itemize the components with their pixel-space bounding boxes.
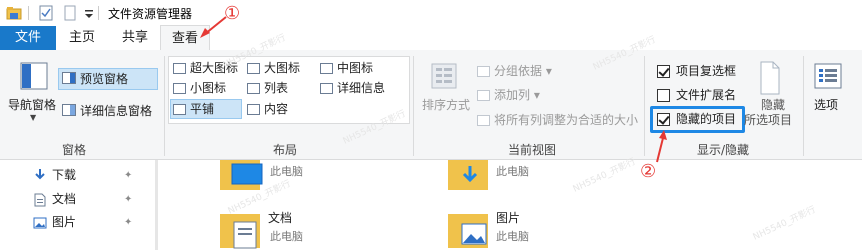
scrollbar[interactable] — [155, 160, 158, 250]
folder-location: 此电脑 — [270, 230, 303, 243]
layout-group-label: 布局 — [273, 143, 298, 157]
folder-location: 此电脑 — [496, 165, 529, 178]
sort-by-icon[interactable] — [430, 62, 458, 90]
details-label: 详细信息 — [337, 81, 386, 95]
details-pane-button[interactable]: 详细信息窗格 — [80, 102, 152, 120]
medium-icons-label: 中图标 — [337, 61, 374, 75]
toolbar-divider — [98, 6, 99, 20]
pin-icon[interactable]: ✦ — [124, 218, 132, 228]
new-folder-icon[interactable] — [62, 5, 78, 21]
annotation-arrow-icon — [200, 16, 227, 38]
preview-pane-label: 预览窗格 — [80, 72, 129, 86]
item-checkboxes-label: 项目复选框 — [676, 64, 737, 78]
tiles-option[interactable]: 平铺 — [173, 100, 214, 118]
watermark: NH5540_开影行 — [751, 204, 818, 243]
tab-share[interactable]: 共享 — [122, 26, 148, 50]
pictures-folder-icon[interactable] — [446, 210, 492, 250]
sort-by-button[interactable]: 排序方式 — [422, 96, 470, 114]
medium-icons-option[interactable]: 中图标 — [320, 59, 373, 77]
current-view-group-label: 当前视图 — [508, 143, 557, 157]
tab-file[interactable]: 文件 — [0, 26, 56, 50]
options-icon[interactable] — [813, 62, 843, 90]
nav-item-documents[interactable]: 文档 — [52, 189, 76, 209]
download-icon — [35, 169, 45, 180]
chevron-down-icon[interactable]: ▼ — [30, 113, 36, 122]
small-icons-icon — [173, 83, 186, 94]
folder-name[interactable]: 图片 — [496, 209, 520, 226]
size-all-columns-label: 将所有列调整为合适的大小 — [494, 113, 639, 127]
group-separator — [803, 56, 804, 156]
group-separator — [164, 56, 165, 156]
tiles-label: 平铺 — [190, 102, 215, 116]
add-columns-label: 添加列 — [494, 88, 531, 102]
content-option[interactable]: 内容 — [247, 100, 288, 118]
details-icon — [320, 83, 333, 94]
show-hide-group-label: 显示/隐藏 — [697, 143, 750, 157]
group-separator — [644, 56, 645, 156]
documents-folder-icon[interactable] — [218, 210, 264, 250]
toolbar-divider — [28, 6, 29, 20]
checkmark-icon — [658, 65, 670, 77]
large-icons-option[interactable]: 大图标 — [247, 59, 300, 77]
content-icon — [247, 104, 260, 115]
item-checkboxes-checkbox[interactable] — [657, 65, 670, 78]
nav-item-pictures[interactable]: 图片 — [52, 212, 76, 232]
nav-item-downloads[interactable]: 下载 — [52, 165, 76, 185]
navigation-pane-icon[interactable] — [20, 62, 48, 92]
large-icons-icon — [247, 63, 260, 74]
file-extensions-checkbox[interactable] — [657, 89, 670, 102]
tab-home[interactable]: 主页 — [69, 26, 95, 50]
group-by-button[interactable]: 分组依据 ▾ — [477, 62, 552, 80]
dropdown-arrow-icon[interactable] — [84, 5, 94, 21]
pin-icon[interactable]: ✦ — [124, 171, 132, 181]
tiles-icon — [173, 104, 186, 115]
watermark: NH5540_开影行 — [571, 156, 638, 195]
annotation-arrow-icon — [656, 130, 667, 163]
pin-icon[interactable]: ✦ — [124, 195, 132, 205]
small-icons-label: 小图标 — [190, 81, 227, 95]
content-label: 内容 — [264, 102, 289, 116]
list-icon — [247, 83, 260, 94]
annotation-marker-2: ② — [640, 161, 657, 182]
options-button[interactable]: 选项 — [814, 96, 838, 114]
large-icons-label: 大图标 — [264, 61, 301, 75]
downloads-folder-icon[interactable] — [446, 160, 492, 192]
group-separator — [413, 56, 414, 156]
title-bar: 文件资源管理器 — [0, 0, 862, 26]
preview-pane-icon — [62, 72, 76, 84]
window-title: 文件资源管理器 — [108, 7, 193, 21]
add-columns-icon — [477, 90, 490, 101]
size-all-columns-button[interactable]: 将所有列调整为合适的大小 — [477, 111, 638, 129]
folder-location: 此电脑 — [496, 230, 529, 243]
group-by-label: 分组依据 — [494, 64, 543, 78]
size-columns-icon — [477, 115, 490, 126]
file-extensions-label: 文件扩展名 — [676, 88, 737, 102]
panes-group-label: 窗格 — [62, 143, 87, 157]
desktop-folder-icon[interactable] — [218, 160, 264, 192]
group-by-icon — [477, 66, 490, 77]
document-icon — [34, 193, 46, 207]
hide-selected-icon[interactable] — [758, 60, 782, 96]
folder-name[interactable]: 文档 — [268, 209, 292, 226]
list-option[interactable]: 列表 — [247, 79, 288, 97]
add-columns-button[interactable]: 添加列 ▾ — [477, 86, 540, 104]
extra-large-icons-icon — [173, 63, 186, 74]
small-icons-option[interactable]: 小图标 — [173, 79, 226, 97]
navigation-pane-button[interactable]: 导航窗格 — [8, 96, 56, 114]
details-option[interactable]: 详细信息 — [320, 79, 385, 97]
details-pane-icon — [62, 104, 76, 116]
properties-icon[interactable] — [38, 5, 54, 21]
medium-icons-icon — [320, 63, 333, 74]
folder-icon — [6, 7, 22, 20]
list-label: 列表 — [264, 81, 289, 95]
picture-icon — [33, 217, 47, 229]
hide-selected-label-line2: 所选项目 — [744, 113, 793, 127]
